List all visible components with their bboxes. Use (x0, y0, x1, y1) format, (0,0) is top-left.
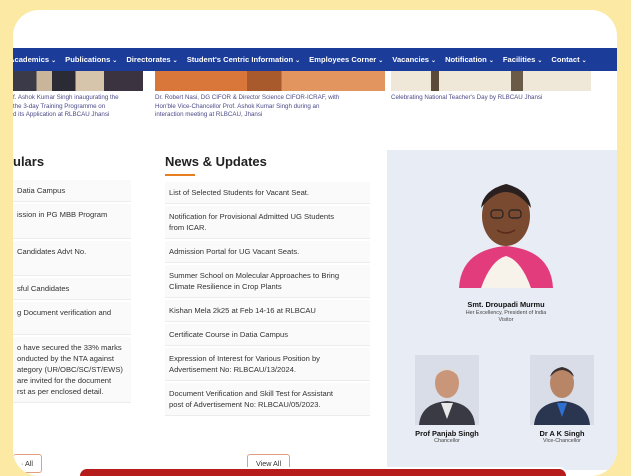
news-title-underline (165, 174, 195, 176)
chevron-down-icon: ⌄ (488, 58, 494, 64)
list-item[interactable]: Candidates Advt No. (13, 241, 131, 276)
nav-publications[interactable]: Publications ⌄ (65, 55, 117, 64)
chancellor-title: Chancellor (434, 438, 460, 444)
list-item[interactable]: Certificate Course in Datia Campus (165, 324, 370, 346)
chevron-down-icon: ⌄ (537, 58, 543, 64)
main-nav: Academics ⌄ Publications ⌄ Directorates ⌄ S… (13, 48, 617, 71)
list-item[interactable]: List of Selected Students for Vacant Sea… (165, 182, 370, 204)
list-item[interactable]: Summer School on Molecular Approaches to… (165, 265, 370, 298)
nav-student-centric[interactable]: Student's Centric Information ⌄ (187, 55, 300, 64)
list-item[interactable]: o have secured the 33% marks onducted by… (13, 337, 131, 403)
nav-academics[interactable]: Academics ⌄ (13, 55, 56, 64)
gallery-image-1[interactable] (13, 71, 143, 91)
visitor-name: Smt. Droupadi Murmu (467, 300, 545, 309)
nav-directorates[interactable]: Directorates ⌄ (126, 55, 177, 64)
nav-facilities[interactable]: Facilities ⌄ (503, 55, 543, 64)
list-item[interactable]: Admission Portal for UG Vacant Seats. (165, 241, 370, 263)
nav-employees-corner[interactable]: Employees Corner ⌄ (309, 55, 383, 64)
chancellor-photo (415, 355, 479, 425)
gallery-image-3[interactable] (391, 71, 591, 91)
news-title: News & Updates (165, 154, 267, 169)
gallery-image-2[interactable] (155, 71, 385, 91)
nav-notification[interactable]: Notification ⌄ (445, 55, 494, 64)
visitor-photo (451, 168, 561, 288)
circulars-view-all-button[interactable]: · All (13, 454, 42, 473)
list-item[interactable]: Notification for Provisional Admitted UG… (165, 206, 370, 239)
list-item[interactable]: Kishan Mela 2k25 at Feb 14-16 at RLBCAU (165, 300, 370, 322)
chevron-down-icon: ⌄ (378, 58, 384, 64)
chancellor-name: Prof Panjab Singh (415, 429, 479, 438)
leadership-panel: Smt. Droupadi Murmu Her Excellency, Pres… (387, 150, 617, 470)
notice-banner[interactable] (78, 467, 568, 476)
chevron-down-icon: ⌄ (51, 58, 57, 64)
gallery-caption-1: f. Ashok Kumar Singh inaugurating the th… (13, 94, 119, 118)
chevron-down-icon: ⌄ (431, 58, 437, 64)
list-item[interactable]: Datia Campus (13, 180, 131, 202)
vice-chancellor-title: Vice-Chancellor (543, 438, 581, 444)
page-card: Academics ⌄ Publications ⌄ Directorates ⌄ S… (13, 10, 617, 476)
vice-chancellor-name: Dr A K Singh (539, 429, 585, 438)
nav-vacancies[interactable]: Vacancies ⌄ (392, 55, 436, 64)
chevron-down-icon: ⌄ (581, 58, 587, 64)
circulars-list: Datia Campus ission in PG MBB Program Ca… (13, 180, 131, 405)
list-item[interactable]: sful Candidates (13, 278, 131, 300)
vice-chancellor-photo (530, 355, 594, 425)
gallery-caption-3: Celebrating National Teacher's Day by RL… (391, 94, 543, 101)
chevron-down-icon: ⌄ (295, 58, 301, 64)
circulars-title: ulars (13, 154, 45, 169)
gallery-caption-2: Dr. Robert Nasi, DG CIFOR & Director Sci… (155, 94, 340, 118)
nav-contact[interactable]: Contact ⌄ (551, 55, 586, 64)
list-item[interactable]: Document Verification and Skill Test for… (165, 383, 370, 416)
news-list: List of Selected Students for Vacant Sea… (165, 182, 370, 418)
list-item[interactable]: g Document verification and (13, 302, 131, 335)
list-item[interactable]: ission in PG MBB Program (13, 204, 131, 239)
list-item[interactable]: Expression of Interest for Various Posit… (165, 348, 370, 381)
chevron-down-icon: ⌄ (112, 58, 118, 64)
visitor-title: Her Excellency, President of India Visit… (465, 310, 547, 323)
chevron-down-icon: ⌄ (172, 58, 178, 64)
